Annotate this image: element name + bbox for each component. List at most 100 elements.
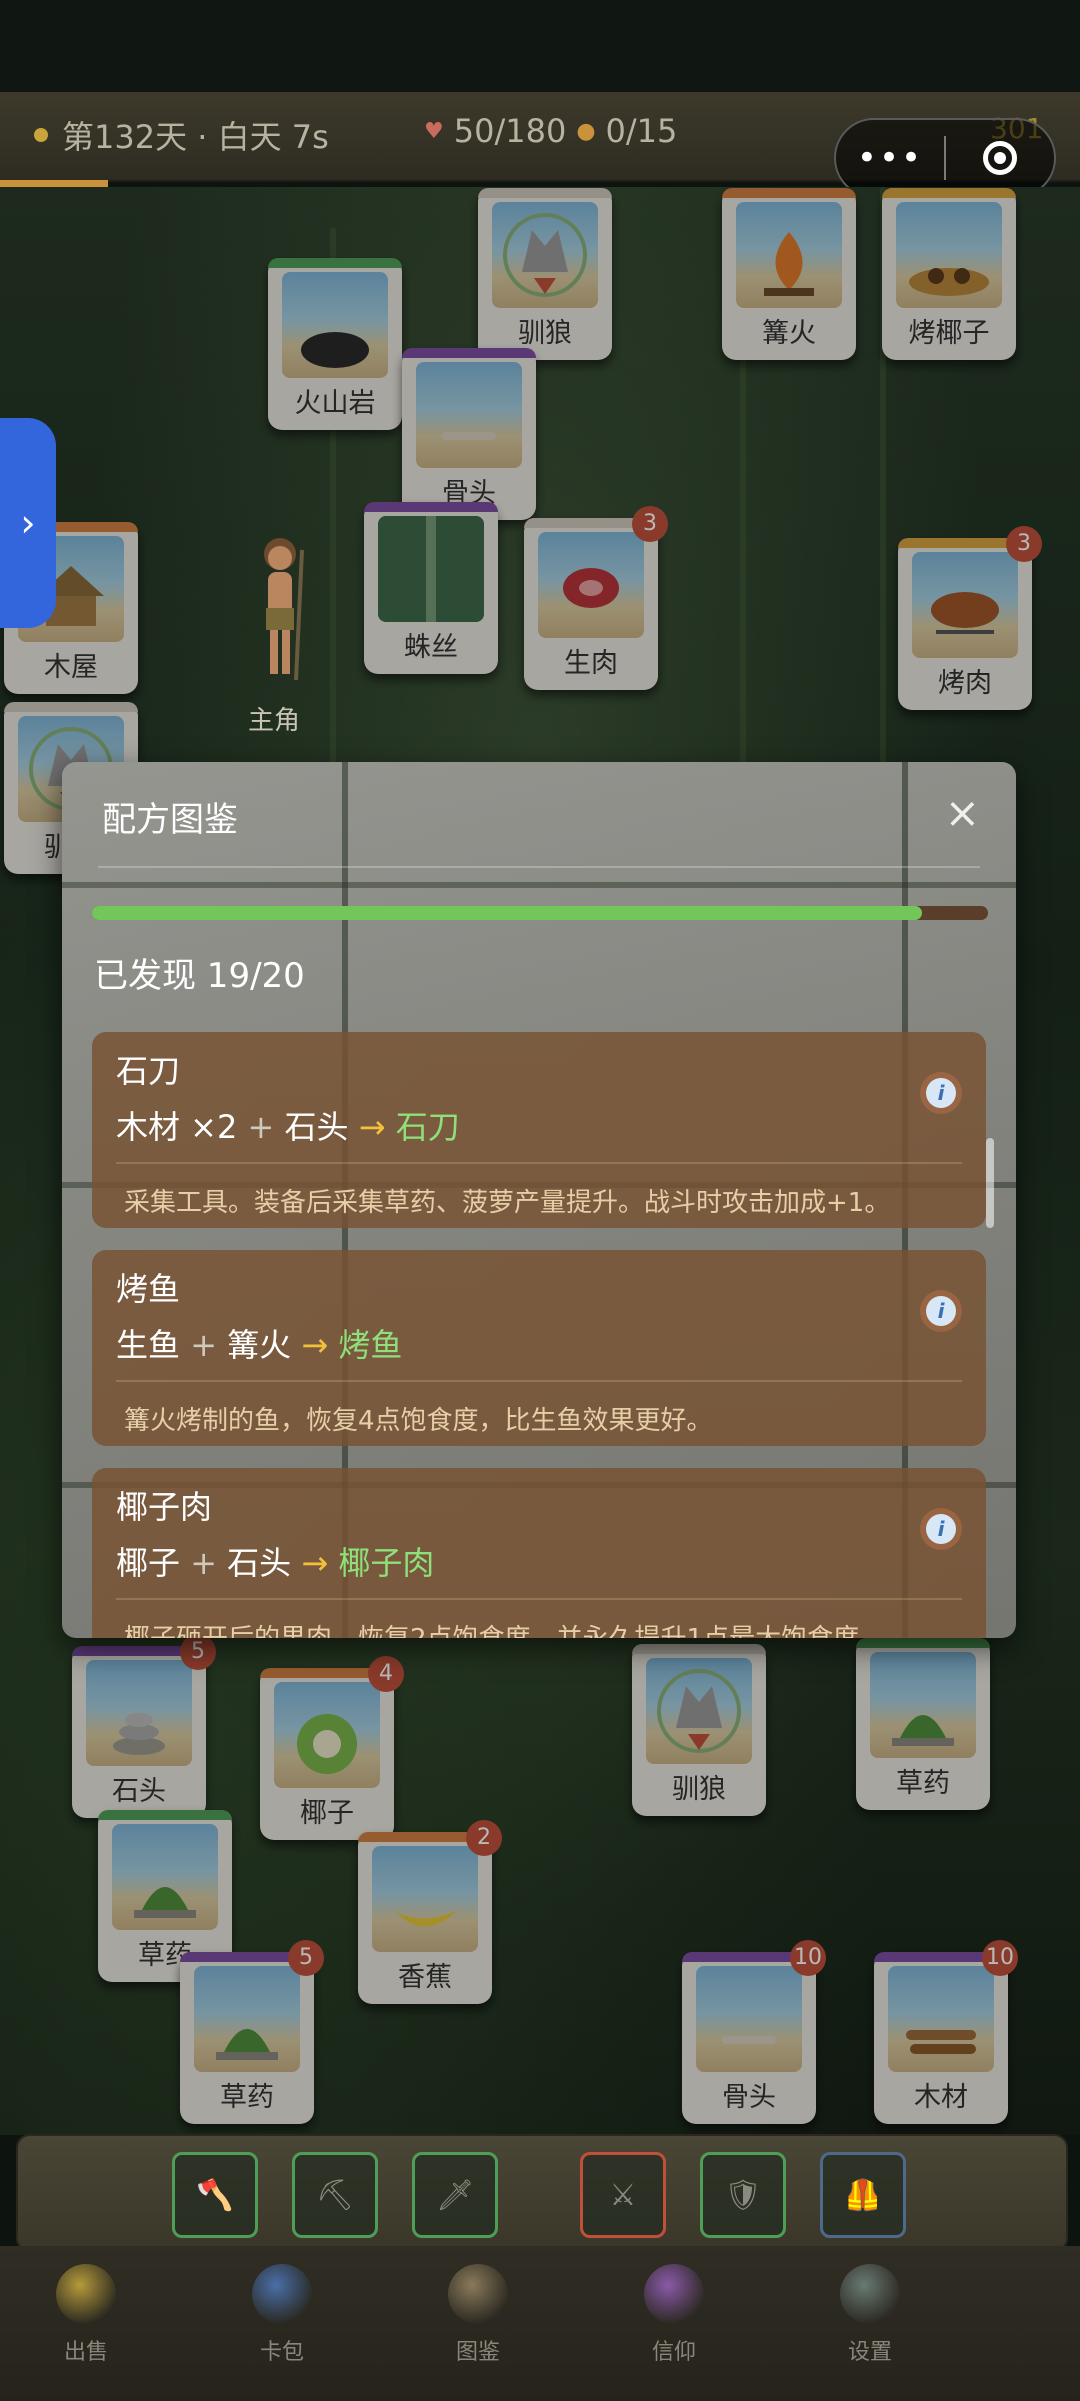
card-rarity-band xyxy=(364,502,498,512)
card-rarity-band xyxy=(856,1638,990,1648)
board-card[interactable]: 烤肉 3 xyxy=(898,526,1042,710)
board-card[interactable]: 骨头 10 xyxy=(682,1940,826,2124)
equipment-slot[interactable]: 🪓 xyxy=(172,2152,258,2238)
status-bar xyxy=(0,0,1080,92)
card-rarity-band xyxy=(268,258,402,268)
card-label: 篝火 xyxy=(762,318,816,349)
nav-label: 卡包 xyxy=(259,2340,304,2365)
hp-text: 50/180 xyxy=(453,112,567,150)
faith-icon xyxy=(644,2264,704,2324)
card-count-badge: 5 xyxy=(180,1634,216,1670)
card-art xyxy=(646,1658,752,1764)
info-icon[interactable]: i xyxy=(926,1296,956,1326)
nav-item[interactable]: 信仰 xyxy=(614,2264,734,2366)
equipment-slot[interactable]: ⚔ xyxy=(580,2152,666,2238)
card-label: 石头 xyxy=(112,1776,166,1807)
food-icon xyxy=(909,268,989,296)
board-card[interactable]: 火山岩 xyxy=(268,258,402,430)
board-card[interactable]: 草药 5 xyxy=(180,1940,324,2124)
board-card[interactable]: 生肉 3 xyxy=(524,506,668,690)
card-art xyxy=(736,202,842,308)
board-card[interactable]: 木材 10 xyxy=(874,1940,1018,2124)
card-art xyxy=(86,1660,192,1766)
recipe-description: 篝火烤制的鱼，恢复4点饱食度，比生鱼效果更好。 xyxy=(124,1406,713,1436)
chevron-right-icon: › xyxy=(20,501,36,545)
recipe-card[interactable]: 石刀 木材 ×2 + 石头 → 石刀 i 采集工具。装备后采集草药、菠萝产量提升… xyxy=(92,1032,986,1228)
card-rarity-band xyxy=(478,188,612,198)
recipe-card[interactable]: 烤鱼 生鱼 + 篝火 → 烤鱼 i 篝火烤制的鱼，恢复4点饱食度，比生鱼效果更好… xyxy=(92,1250,986,1446)
player-character[interactable] xyxy=(240,530,320,690)
equipment-slot[interactable]: ⛏ xyxy=(292,2152,378,2238)
equipment-slot[interactable]: 🦺 xyxy=(820,2152,906,2238)
nav-item[interactable]: 设置 xyxy=(810,2264,930,2366)
board-card[interactable]: 烤椰子 xyxy=(882,188,1016,360)
food-icon: ● xyxy=(576,118,596,144)
equipment-slot[interactable]: 🗡 xyxy=(412,2152,498,2238)
more-options-icon[interactable]: ••• xyxy=(836,138,944,178)
card-rarity-band xyxy=(632,1644,766,1654)
knife-icon: 🗡 xyxy=(435,2177,475,2213)
nav-label: 设置 xyxy=(847,2340,892,2365)
recipe-codex-modal: 配方图鉴 × 已发现 19/20 石刀 木材 ×2 + 石头 → 石刀 i 采集… xyxy=(62,762,1016,1638)
nav-item[interactable]: 图鉴 xyxy=(418,2264,538,2366)
food-text: 0/15 xyxy=(605,112,678,150)
recipe-name: 石刀 xyxy=(116,1052,181,1090)
card-label: 烤椰子 xyxy=(908,318,990,349)
close-miniprogram-button[interactable] xyxy=(946,141,1054,175)
recipe-input: 生鱼 xyxy=(116,1326,181,1364)
board-card[interactable]: 石头 5 xyxy=(72,1634,216,1818)
board-card[interactable]: 草药 xyxy=(856,1638,990,1810)
nav-item[interactable]: 出售 xyxy=(26,2264,146,2366)
title-divider xyxy=(98,866,980,868)
info-icon[interactable]: i xyxy=(926,1078,956,1108)
card-art xyxy=(896,202,1002,308)
card-art xyxy=(194,1966,300,2072)
equipment-slot[interactable]: 🛡 xyxy=(700,2152,786,2238)
recipe-result: 椰子肉 xyxy=(338,1544,435,1582)
nav-label: 信仰 xyxy=(651,2340,696,2365)
scrollbar[interactable] xyxy=(986,1138,994,1228)
discovery-progress-fill xyxy=(92,906,922,920)
nav-label: 出售 xyxy=(63,2340,108,2365)
card-label: 驯狼 xyxy=(518,318,572,349)
recipe-result: 烤鱼 xyxy=(338,1326,403,1364)
recipe-card[interactable]: 椰子肉 椰子 + 石头 → 椰子肉 i 椰子砸开后的果肉，恢复2点饱食度，并永久… xyxy=(92,1468,986,1638)
shield-icon: 🛡 xyxy=(723,2177,763,2213)
card-count-badge: 2 xyxy=(466,1820,502,1856)
board-card[interactable]: 香蕉 2 xyxy=(358,1820,502,2004)
card-art xyxy=(888,1966,994,2072)
recipe-input: 石头 xyxy=(227,1544,292,1582)
forest-icon xyxy=(378,516,484,622)
bone-icon xyxy=(722,2036,776,2044)
card-art xyxy=(492,202,598,308)
recipe-divider xyxy=(116,1380,962,1382)
card-label: 香蕉 xyxy=(398,1962,452,1993)
board-card[interactable]: 驯狼 xyxy=(632,1644,766,1816)
card-label: 蛛丝 xyxy=(404,632,458,663)
board-card[interactable]: 篝火 xyxy=(722,188,856,360)
board-card[interactable]: 椰子 4 xyxy=(260,1656,404,1840)
board-card[interactable]: 驯狼 xyxy=(478,188,612,360)
board-card[interactable]: 蛛丝 xyxy=(364,502,498,674)
nav-label: 图鉴 xyxy=(455,2340,500,2365)
day-progress-bar xyxy=(0,180,108,187)
side-panel-toggle[interactable]: › xyxy=(0,418,56,628)
card-rarity-band xyxy=(4,702,138,712)
card-art xyxy=(282,272,388,378)
sword-icon: ⚔ xyxy=(609,2177,637,2213)
board-card[interactable]: 骨头 xyxy=(402,348,536,520)
card-art xyxy=(378,516,484,622)
card-rarity-band xyxy=(98,1810,232,1820)
close-button[interactable]: × xyxy=(945,788,980,837)
info-icon[interactable]: i xyxy=(926,1514,956,1544)
card-label: 驯狼 xyxy=(672,1774,726,1805)
card-count-badge: 3 xyxy=(1006,526,1042,562)
card-count-badge: 3 xyxy=(632,506,668,542)
card-count-badge: 10 xyxy=(982,1940,1018,1976)
coconut-icon xyxy=(297,1714,357,1774)
nav-item[interactable]: 卡包 xyxy=(222,2264,342,2366)
miniprogram-capsule[interactable]: ••• xyxy=(834,118,1056,198)
recipe-formula: 木材 ×2 + 石头 → 石刀 xyxy=(116,1108,460,1146)
card-art xyxy=(112,1824,218,1930)
recipe-input: 石头 xyxy=(284,1108,349,1146)
